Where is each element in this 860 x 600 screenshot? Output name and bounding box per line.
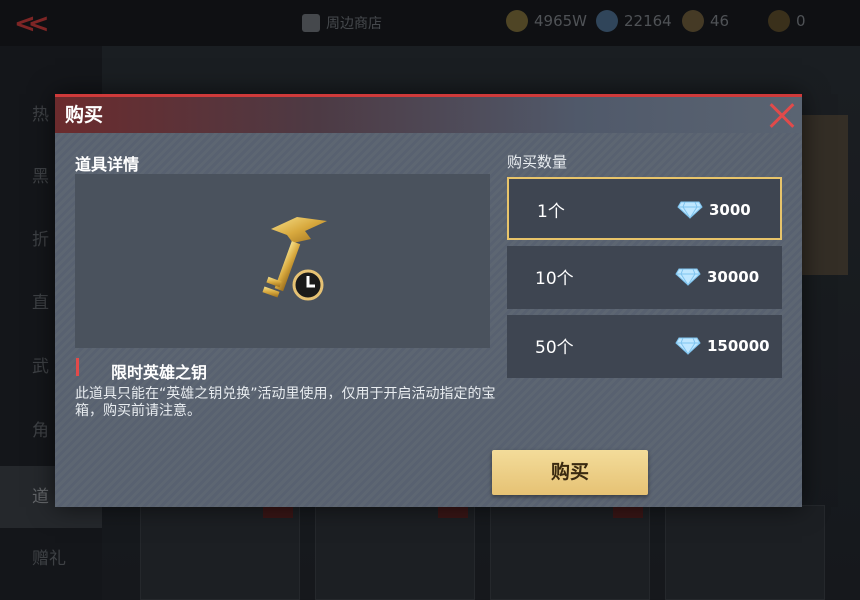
quantity-price: 3000 <box>677 198 751 222</box>
diamond-icon <box>675 337 701 355</box>
item-preview <box>75 174 490 348</box>
quantity-count: 10个 <box>535 269 574 289</box>
quantity-label: 购买数量 <box>507 153 568 171</box>
hero-key-icon <box>262 217 327 301</box>
item-name-accent <box>76 358 79 376</box>
quantity-option-1[interactable]: 1个 3000 <box>507 177 782 240</box>
quantity-option-10[interactable]: 10个 30000 <box>507 246 782 309</box>
price-value: 3000 <box>709 201 751 219</box>
purchase-dialog: 购买 道具详情 限时英雄之钥 此道具只能在“英雄之钥兑换”活动里使用，仅用于开启… <box>55 94 802 507</box>
price-value: 30000 <box>707 268 760 286</box>
price-value: 150000 <box>707 337 770 355</box>
quantity-price: 30000 <box>675 265 759 289</box>
dialog-title: 购买 <box>65 104 104 126</box>
quantity-price: 150000 <box>675 334 770 358</box>
close-button[interactable] <box>764 99 798 133</box>
quantity-count: 50个 <box>535 338 574 358</box>
item-description: 此道具只能在“英雄之钥兑换”活动里使用，仅用于开启活动指定的宝箱，购买前请注意。 <box>75 386 496 419</box>
diamond-icon <box>677 201 703 219</box>
item-name: 限时英雄之钥 <box>111 363 208 382</box>
quantity-option-50[interactable]: 50个 150000 <box>507 315 782 378</box>
quantity-count: 1个 <box>537 202 565 222</box>
dialog-header: 购买 <box>55 97 802 133</box>
buy-button[interactable]: 购买 <box>492 450 648 495</box>
diamond-icon <box>675 268 701 286</box>
item-details-label: 道具详情 <box>75 155 140 174</box>
